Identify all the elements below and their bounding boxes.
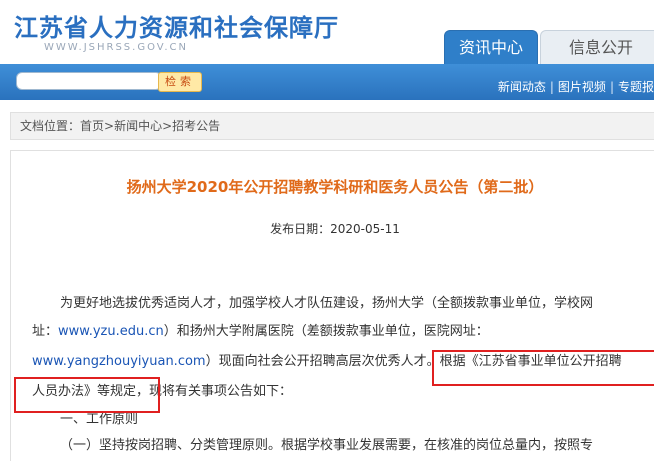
link-hospital[interactable]: www.yangzhouyiyuan.com [32, 354, 206, 369]
nav-link-special[interactable]: 专题报 [618, 80, 654, 94]
paragraph-line: 址：www.yzu.edu.cn）和扬州大学附属医院（差额拨款事业单位，医院网址… [32, 322, 654, 342]
breadcrumb-prefix: 文档位置： [20, 119, 81, 133]
section-heading: 一、工作原则 [60, 412, 139, 427]
nav-separator: | [609, 80, 614, 94]
site-title: 江苏省人力资源和社会保障厅 [14, 13, 339, 42]
nav-link-news[interactable]: 新闻动态 [498, 80, 546, 94]
paragraph-text: ）和扬州大学附属医院（差额拨款事业单位，医院网址： [163, 324, 489, 339]
breadcrumb-recruitment[interactable]: 招考公告 [172, 119, 220, 133]
search-input[interactable] [16, 72, 162, 90]
breadcrumb-separator: > [162, 119, 173, 133]
tab-news-center[interactable]: 资讯中心 [444, 30, 538, 65]
breadcrumb-news-center[interactable]: 新闻中心 [114, 119, 162, 133]
nav-link-pictures-video[interactable]: 图片视频 [558, 80, 606, 94]
publish-date: 发布日期：2020-05-11 [10, 220, 654, 237]
publish-date-value: 2020-05-11 [330, 222, 400, 236]
search-button[interactable]: 检索 [158, 72, 202, 92]
breadcrumb-separator: > [104, 119, 115, 133]
tab-info-disclosure[interactable]: 信息公开 [540, 30, 654, 65]
paragraph-text: 址： [32, 324, 59, 339]
highlight-box [14, 377, 160, 413]
link-yzu[interactable]: www.yzu.edu.cn [58, 324, 164, 339]
publish-date-label: 发布日期： [270, 222, 331, 236]
nav-separator: | [549, 80, 554, 94]
highlight-box [432, 350, 654, 386]
paragraph-line: （一）坚持按岗招聘、分类管理原则。根据学校事业发展需要，在核准的岗位总量内，按照… [60, 438, 594, 453]
breadcrumb-home[interactable]: 首页 [80, 119, 104, 133]
breadcrumb: 文档位置：首页>新闻中心>招考公告 [20, 117, 220, 134]
sub-nav-links: 新闻动态 | 图片视频 | 专题报 [498, 78, 654, 95]
article-title: 扬州大学2020年公开招聘教学科研和医务人员公告（第二批） [126, 178, 544, 196]
paragraph-line: 为更好地选拔优秀适岗人才，加强学校人才队伍建设，扬州大学（全额拨款事业单位，学校… [60, 296, 594, 311]
site-url: WWW.JSHRSS.GOV.CN [44, 42, 188, 53]
